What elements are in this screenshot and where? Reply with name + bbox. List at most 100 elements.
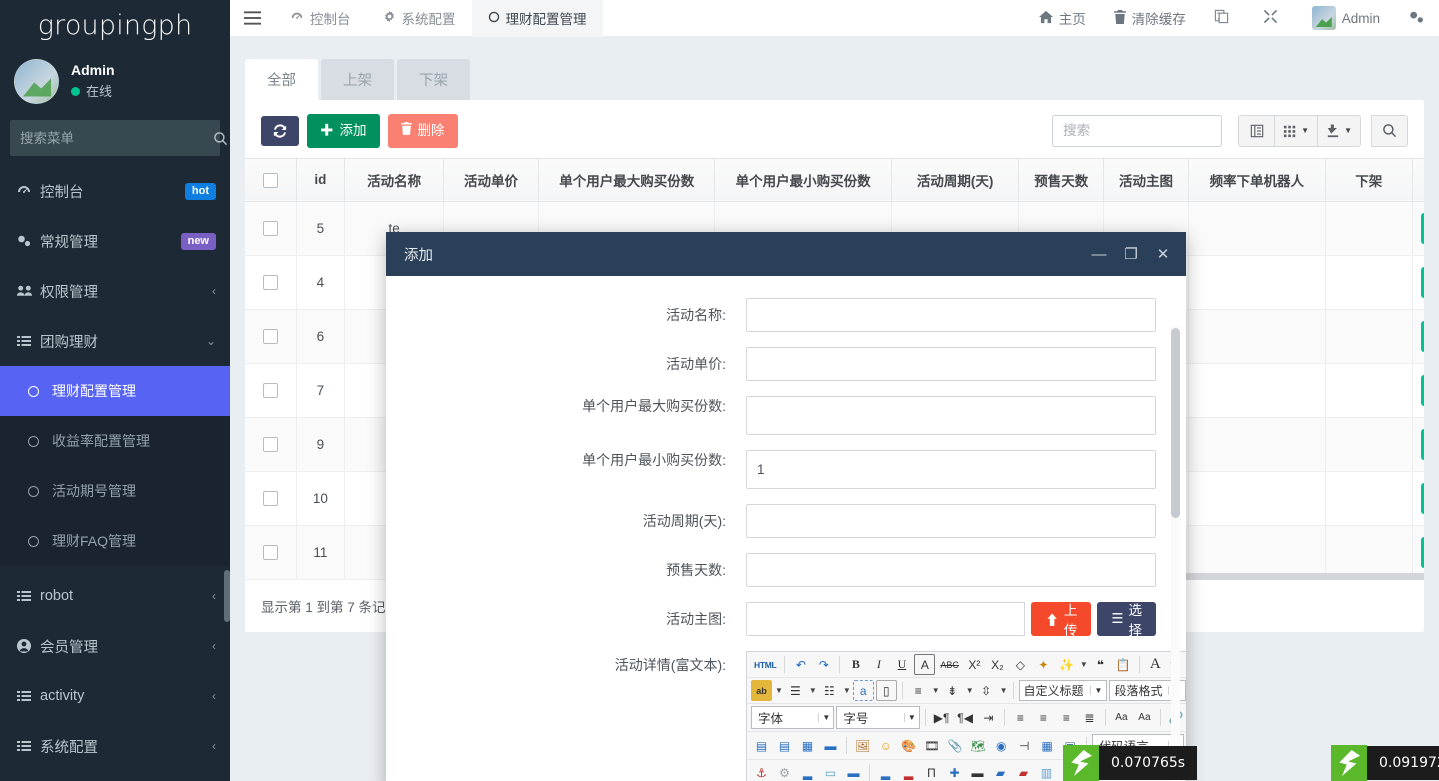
tab-offline[interactable]: 下架: [397, 59, 470, 100]
select-all-checkbox[interactable]: [263, 173, 278, 188]
cross-icon[interactable]: ✚: [944, 762, 965, 781]
sidebar-item-groupbuy[interactable]: 团购理财 ⌄: [0, 316, 230, 366]
cell-merge-icon[interactable]: ▥: [1036, 762, 1057, 781]
sidebar-item-member[interactable]: 会员管理 ‹: [0, 621, 230, 671]
anchor-text-icon[interactable]: a: [853, 680, 874, 701]
upload-button[interactable]: ⬆ 上传: [1031, 602, 1091, 636]
spellcheck-icon[interactable]: ab: [751, 680, 772, 701]
quote-icon[interactable]: ❝: [1090, 654, 1111, 675]
sidebar-item-permission[interactable]: 权限管理 ‹: [0, 266, 230, 316]
red-mark-icon[interactable]: ▂: [898, 762, 919, 781]
rate-config-button[interactable]: 收益率配置: [1421, 321, 1424, 352]
pi-symbol-icon[interactable]: Π: [921, 762, 942, 781]
font-size-select[interactable]: 字号 ▼: [836, 706, 919, 729]
input-box-icon[interactable]: ▭: [820, 762, 841, 781]
sidebar-search[interactable]: [10, 120, 220, 156]
page-break-icon[interactable]: ⊣: [1014, 735, 1035, 756]
ordered-list-icon[interactable]: ☰: [785, 680, 806, 701]
add-button[interactable]: ✚ 添加: [307, 114, 380, 148]
close-icon[interactable]: ✕: [1150, 241, 1176, 267]
magic-wand-icon[interactable]: ✨: [1056, 654, 1077, 675]
chevron-down-icon[interactable]: ▼: [1000, 686, 1008, 695]
redo-icon[interactable]: ↷: [813, 654, 834, 675]
hamburger-menu-icon[interactable]: [230, 0, 274, 37]
maximize-icon[interactable]: ❐: [1118, 241, 1144, 267]
page-icon[interactable]: ▯: [876, 680, 897, 701]
nav-tab-dashboard[interactable]: 控制台: [274, 0, 367, 37]
underline-icon[interactable]: U: [891, 654, 912, 675]
chevron-down-icon[interactable]: ▼: [775, 686, 783, 695]
nav-tab-wealth-config[interactable]: 理财配置管理: [472, 0, 603, 37]
col-cycle[interactable]: 活动周期(天): [891, 158, 1019, 201]
blue-tool-icon[interactable]: ▰: [990, 762, 1011, 781]
modal-titlebar[interactable]: 添加 — ❐ ✕: [386, 232, 1186, 276]
nav-clear-cache[interactable]: 清除缓存: [1100, 0, 1200, 37]
align-right-icon[interactable]: ≡: [1056, 707, 1077, 728]
table-icon[interactable]: ▦: [1037, 735, 1058, 756]
map-icon[interactable]: 🗺: [967, 735, 988, 756]
row-checkbox[interactable]: [263, 221, 278, 236]
perf-badge-right[interactable]: 0.091972s: [1331, 745, 1439, 781]
sidebar-item-dashboard[interactable]: 控制台 hot: [0, 166, 230, 216]
direction-rtl-icon[interactable]: ¶◀: [954, 707, 976, 728]
image-align-right-icon[interactable]: ▤: [774, 735, 795, 756]
table-view-icon[interactable]: [1238, 115, 1275, 147]
rate-config-button[interactable]: 收益率配置: [1421, 213, 1424, 244]
nav-translate[interactable]: [1200, 0, 1249, 37]
chevron-down-icon[interactable]: ▼: [809, 686, 817, 695]
search-icon[interactable]: [1371, 115, 1408, 147]
search-input[interactable]: [10, 131, 207, 146]
activity-name-input[interactable]: [746, 298, 1156, 332]
highlight-icon[interactable]: ▰: [1013, 762, 1034, 781]
table-search-input[interactable]: [1052, 115, 1222, 147]
nav-settings[interactable]: [1394, 0, 1425, 37]
col-offline[interactable]: 下架: [1325, 158, 1412, 201]
sidebar-item-sysconfig[interactable]: 系统配置 ‹: [0, 721, 230, 771]
main-image-input[interactable]: [746, 602, 1025, 636]
custom-title-select[interactable]: 自定义标题 ▼: [1019, 680, 1108, 701]
superscript-icon[interactable]: X²: [964, 654, 985, 675]
lowercase-icon[interactable]: Aa: [1134, 707, 1155, 728]
search-icon[interactable]: [207, 120, 230, 156]
brush-icon[interactable]: ✦: [1033, 654, 1054, 675]
webapp-icon[interactable]: ◉: [991, 735, 1012, 756]
unit-price-input[interactable]: [746, 347, 1156, 381]
line-height-icon[interactable]: ≡: [908, 680, 929, 701]
chevron-down-icon[interactable]: ▼: [966, 686, 974, 695]
modal-scrollbar-thumb[interactable]: [1171, 328, 1180, 518]
rate-config-button[interactable]: 收益率配置: [1421, 375, 1424, 406]
font-color-icon[interactable]: A: [1145, 654, 1166, 675]
blue-line-icon[interactable]: ▂: [875, 762, 896, 781]
nav-user[interactable]: Admin: [1298, 0, 1394, 37]
col-name[interactable]: 活动名称: [345, 158, 444, 201]
chevron-down-icon[interactable]: ▼: [1080, 660, 1088, 669]
col-id[interactable]: id: [296, 158, 345, 201]
text-box-icon[interactable]: A: [914, 654, 935, 675]
uppercase-icon[interactable]: Aa: [1111, 707, 1132, 728]
direction-ltr-icon[interactable]: ▶¶: [931, 707, 953, 728]
gear-gray-icon[interactable]: ⚙: [774, 762, 795, 781]
row-checkbox[interactable]: [263, 545, 278, 560]
align-center-icon[interactable]: ≡: [1033, 707, 1054, 728]
font-family-select[interactable]: 字体 ▼: [751, 706, 834, 729]
columns-icon[interactable]: ▼: [1274, 115, 1318, 147]
tab-online[interactable]: 上架: [321, 59, 394, 100]
choose-button[interactable]: ☰ 选择: [1097, 602, 1156, 636]
brand-logo[interactable]: groupingph: [0, 0, 230, 50]
attachment-icon[interactable]: 📎: [944, 735, 965, 756]
row-checkbox[interactable]: [263, 491, 278, 506]
html-source-icon[interactable]: HTML: [751, 654, 779, 675]
cycle-days-input[interactable]: [746, 504, 1156, 538]
rate-config-button[interactable]: 收益率配置: [1421, 537, 1424, 568]
perf-badge-left[interactable]: 0.070765s: [1063, 745, 1197, 781]
sidebar-item-activity[interactable]: activity ‹: [0, 671, 230, 721]
sidebar-item-faq[interactable]: 理财FAQ管理: [0, 516, 230, 566]
row-checkbox[interactable]: [263, 437, 278, 452]
image-align-center-icon[interactable]: ▬: [820, 735, 841, 756]
indent-list-icon[interactable]: ⇳: [976, 680, 997, 701]
italic-icon[interactable]: I: [868, 654, 889, 675]
row-checkbox[interactable]: [263, 329, 278, 344]
sidebar-item-rate-config[interactable]: 收益率配置管理: [0, 416, 230, 466]
minimize-icon[interactable]: —: [1086, 241, 1112, 267]
emoji-icon[interactable]: ☺: [875, 735, 896, 756]
